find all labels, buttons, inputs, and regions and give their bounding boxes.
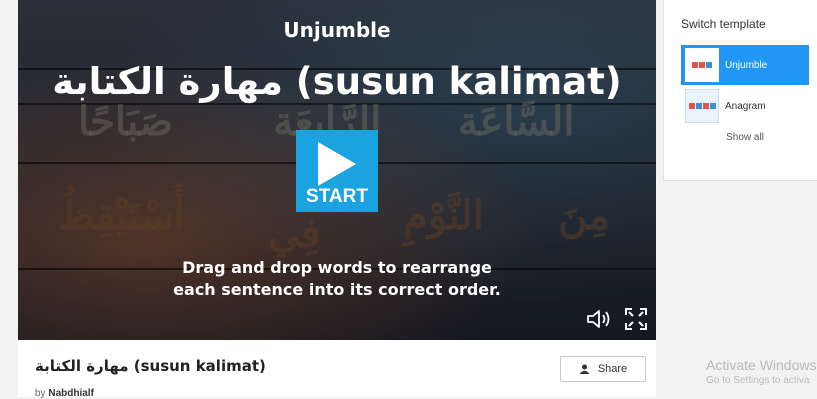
activation-watermark: Activate Windows Go to Settings to activ…: [706, 357, 816, 386]
background-word-tile: أَسْتَيْقِظُ: [58, 192, 185, 239]
anagram-thumbnail-icon: [685, 89, 719, 123]
switch-template-panel: Switch template Unjumble Anagram Show al…: [663, 0, 817, 181]
background-word-tile: النَّوْمِ: [403, 192, 484, 239]
byline-prefix: by: [35, 388, 46, 399]
panel-heading: Switch template: [681, 17, 766, 31]
user-share-icon: [579, 364, 590, 374]
speaker-icon[interactable]: [585, 308, 611, 330]
template-item-unjumble[interactable]: Unjumble: [681, 45, 809, 85]
show-all-link[interactable]: Show all: [681, 132, 809, 143]
play-icon: [318, 142, 356, 186]
activity-title: مهارة الكتابة (susun kalimat): [35, 357, 266, 375]
template-title: Unjumble: [283, 18, 391, 42]
background-word-tile: مِنَ: [558, 192, 610, 239]
fullscreen-icon[interactable]: [624, 307, 648, 331]
background-word-tile: السَّاعَة: [458, 98, 575, 145]
activity-name: مهارة الكتابة (susun kalimat): [52, 60, 622, 103]
activity-player[interactable]: صَبَاحًا الرَّابِعَة السَّاعَة أَسْتَيْق…: [18, 0, 656, 340]
watermark-line: Activate Windows: [706, 357, 817, 373]
share-label: Share: [597, 363, 628, 375]
instructions-line: Drag and drop words to rearrange: [182, 258, 492, 277]
author-byline: by Nabdhialf: [35, 388, 94, 399]
start-button[interactable]: START: [296, 130, 378, 212]
share-button[interactable]: Share: [560, 356, 646, 382]
template-item-label: Unjumble: [725, 59, 768, 71]
instructions: Drag and drop words to rearrange each se…: [18, 257, 656, 301]
instructions-line: each sentence into its correct order.: [173, 280, 501, 299]
watermark-line: Go to Settings to activa: [706, 375, 810, 386]
template-item-anagram[interactable]: Anagram: [681, 86, 809, 126]
template-item-label: Anagram: [725, 100, 766, 112]
activity-info-bar: مهارة الكتابة (susun kalimat) Share by N…: [18, 340, 656, 399]
background-word-tile: صَبَاحًا: [78, 98, 174, 145]
unjumble-thumbnail-icon: [685, 48, 719, 82]
start-label: START: [306, 186, 368, 207]
background-word-tile: فِي: [268, 210, 321, 257]
author-link[interactable]: Nabdhialf: [48, 388, 94, 399]
